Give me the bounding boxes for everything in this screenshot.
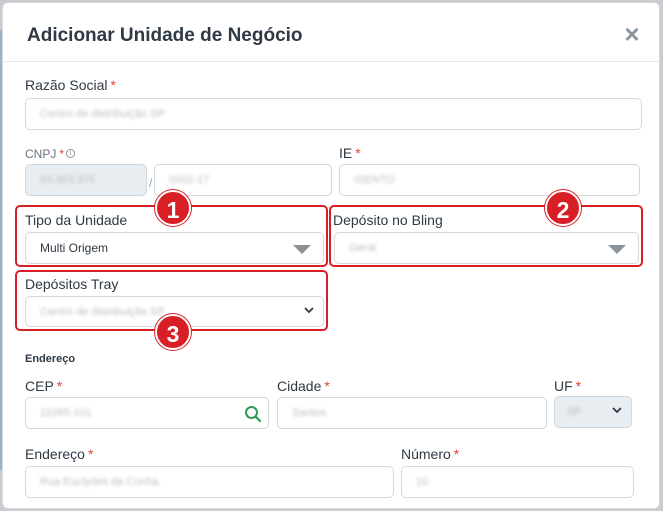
cnpj-label-text: CNPJ — [25, 147, 57, 161]
annotation-badge-1: 1 — [155, 190, 191, 226]
chevron-down-icon — [612, 407, 622, 414]
modal-title: Adicionar Unidade de Negócio — [27, 25, 303, 46]
endereco-label-text: Endereço — [25, 446, 85, 462]
header-divider — [3, 61, 659, 62]
depositos-tray-value: Centro de distribuição SP — [40, 306, 165, 318]
endereco-value: Rua Euclydes da Cunha — [40, 476, 159, 488]
info-icon[interactable]: i — [66, 149, 76, 158]
razao-social-value: Centro de distribuição SP — [40, 108, 165, 120]
cnpj-root-input: 63.363.375 — [25, 164, 147, 196]
required-marker: * — [324, 378, 330, 394]
required-marker: * — [59, 147, 65, 161]
deposito-bling-value: Geral — [349, 242, 376, 254]
cep-input[interactable]: 11065-101 — [25, 397, 269, 429]
razao-social-label: Razão Social * — [25, 77, 116, 93]
cidade-label: Cidade * — [277, 378, 330, 394]
uf-value: SP — [567, 406, 582, 418]
deposito-bling-label: Depósito no Bling — [333, 212, 443, 228]
cidade-input[interactable]: Santos — [277, 397, 547, 429]
annotation-badge-2: 2 — [545, 190, 581, 226]
required-marker: * — [56, 378, 63, 394]
uf-label: UF * — [554, 378, 581, 394]
tipo-unidade-value: Multi Origem — [40, 241, 109, 255]
cep-label-text: CEP — [25, 378, 54, 394]
cnpj-root-value: 63.363.375 — [40, 174, 96, 186]
uf-label-text: UF — [554, 378, 573, 394]
cnpj-branch-value: 0002-17 — [169, 174, 210, 186]
uf-select[interactable]: SP — [554, 396, 632, 428]
required-marker: * — [575, 378, 582, 394]
ie-value: ISENTO — [354, 174, 395, 186]
caret-down-icon — [608, 245, 626, 254]
cep-value: 11065-101 — [40, 407, 92, 419]
close-icon[interactable]: × — [621, 21, 643, 47]
endereco-label: Endereço * — [25, 446, 93, 462]
tipo-unidade-label: Tipo da Unidade — [25, 212, 128, 228]
tipo-unidade-select[interactable]: Multi Origem — [25, 232, 324, 264]
ie-label-text: IE — [339, 145, 353, 161]
cnpj-separator: / — [149, 176, 153, 190]
annotation-badge-3: 3 — [155, 314, 191, 350]
razao-social-label-text: Razão Social — [25, 77, 108, 93]
cidade-label-text: Cidade — [277, 378, 322, 394]
cep-label: CEP * — [25, 378, 62, 394]
deposito-bling-select[interactable]: Geral — [334, 232, 639, 264]
cnpj-label: CNPJ * i — [25, 147, 76, 161]
chevron-down-icon — [304, 307, 314, 314]
address-section-title: Endereço — [25, 353, 76, 365]
required-marker: * — [355, 145, 361, 161]
numero-label-text: Número — [401, 446, 451, 462]
numero-label: Número * — [401, 446, 459, 462]
razao-social-input[interactable]: Centro de distribuição SP — [25, 98, 642, 130]
add-business-unit-modal: Adicionar Unidade de Negócio × Razão Soc… — [2, 2, 660, 509]
ie-label: IE * — [339, 145, 361, 161]
search-icon[interactable] — [244, 405, 262, 423]
cidade-value: Santos — [292, 407, 327, 419]
required-marker: * — [87, 446, 94, 462]
caret-down-icon — [293, 245, 311, 254]
required-marker: * — [453, 446, 460, 462]
ie-input[interactable]: ISENTO — [339, 164, 640, 196]
numero-input[interactable]: 10 — [401, 466, 634, 498]
numero-value: 10 — [416, 476, 429, 488]
required-marker: * — [110, 77, 116, 93]
depositos-tray-label: Depósitos Tray — [25, 276, 119, 292]
endereco-input[interactable]: Rua Euclydes da Cunha — [25, 466, 394, 498]
